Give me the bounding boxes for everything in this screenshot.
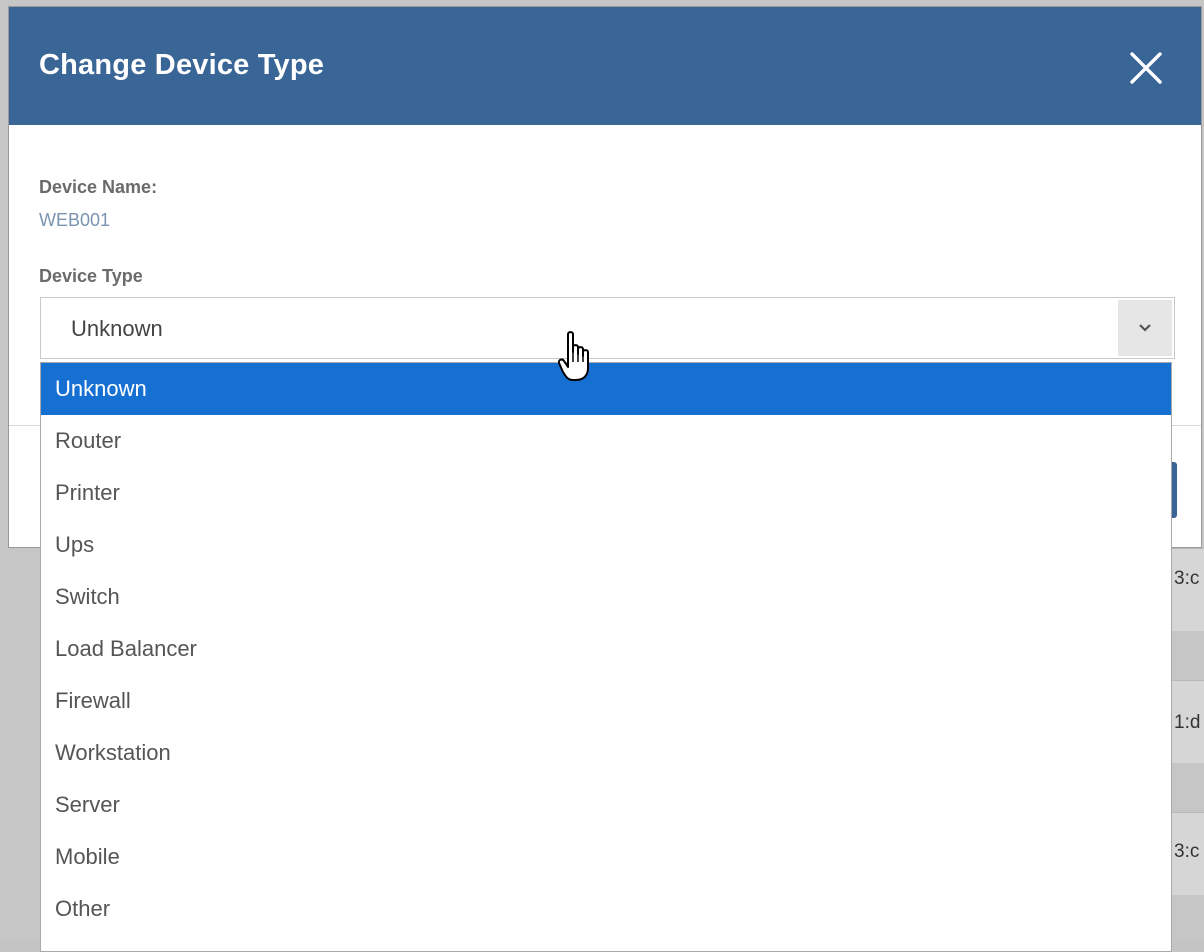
device-name-value: WEB001 — [39, 210, 111, 230]
option-switch[interactable]: Switch — [41, 571, 1171, 623]
select-current-value: Unknown — [71, 316, 163, 341]
select-toggle-button[interactable] — [1118, 300, 1172, 356]
option-server[interactable]: Server — [41, 779, 1171, 831]
close-icon[interactable] — [1129, 51, 1163, 85]
option-firewall[interactable]: Firewall — [41, 675, 1171, 727]
device-name-label: Device Name: — [39, 177, 158, 197]
device-type-label: Device Type — [39, 266, 143, 286]
option-load-balancer[interactable]: Load Balancer — [41, 623, 1171, 675]
dialog-header: Change Device Type — [9, 7, 1201, 125]
dialog-title: Change Device Type — [39, 49, 325, 81]
option-mobile[interactable]: Mobile — [41, 831, 1171, 883]
option-router[interactable]: Router — [41, 415, 1171, 467]
device-type-select[interactable]: Unknown — [40, 297, 1175, 359]
chevron-down-icon — [1139, 324, 1151, 332]
background-cell: 3:c — [1174, 568, 1200, 589]
option-printer[interactable]: Printer — [41, 467, 1171, 519]
option-workstation[interactable]: Workstation — [41, 727, 1171, 779]
option-unknown[interactable]: Unknown — [41, 363, 1171, 415]
device-type-options-list: Unknown Router Printer Ups Switch Load B… — [40, 362, 1172, 952]
background-cell: 3:c — [1174, 841, 1200, 862]
background-cell: 1:d — [1174, 712, 1201, 733]
option-other[interactable]: Other — [41, 883, 1171, 935]
option-ups[interactable]: Ups — [41, 519, 1171, 571]
